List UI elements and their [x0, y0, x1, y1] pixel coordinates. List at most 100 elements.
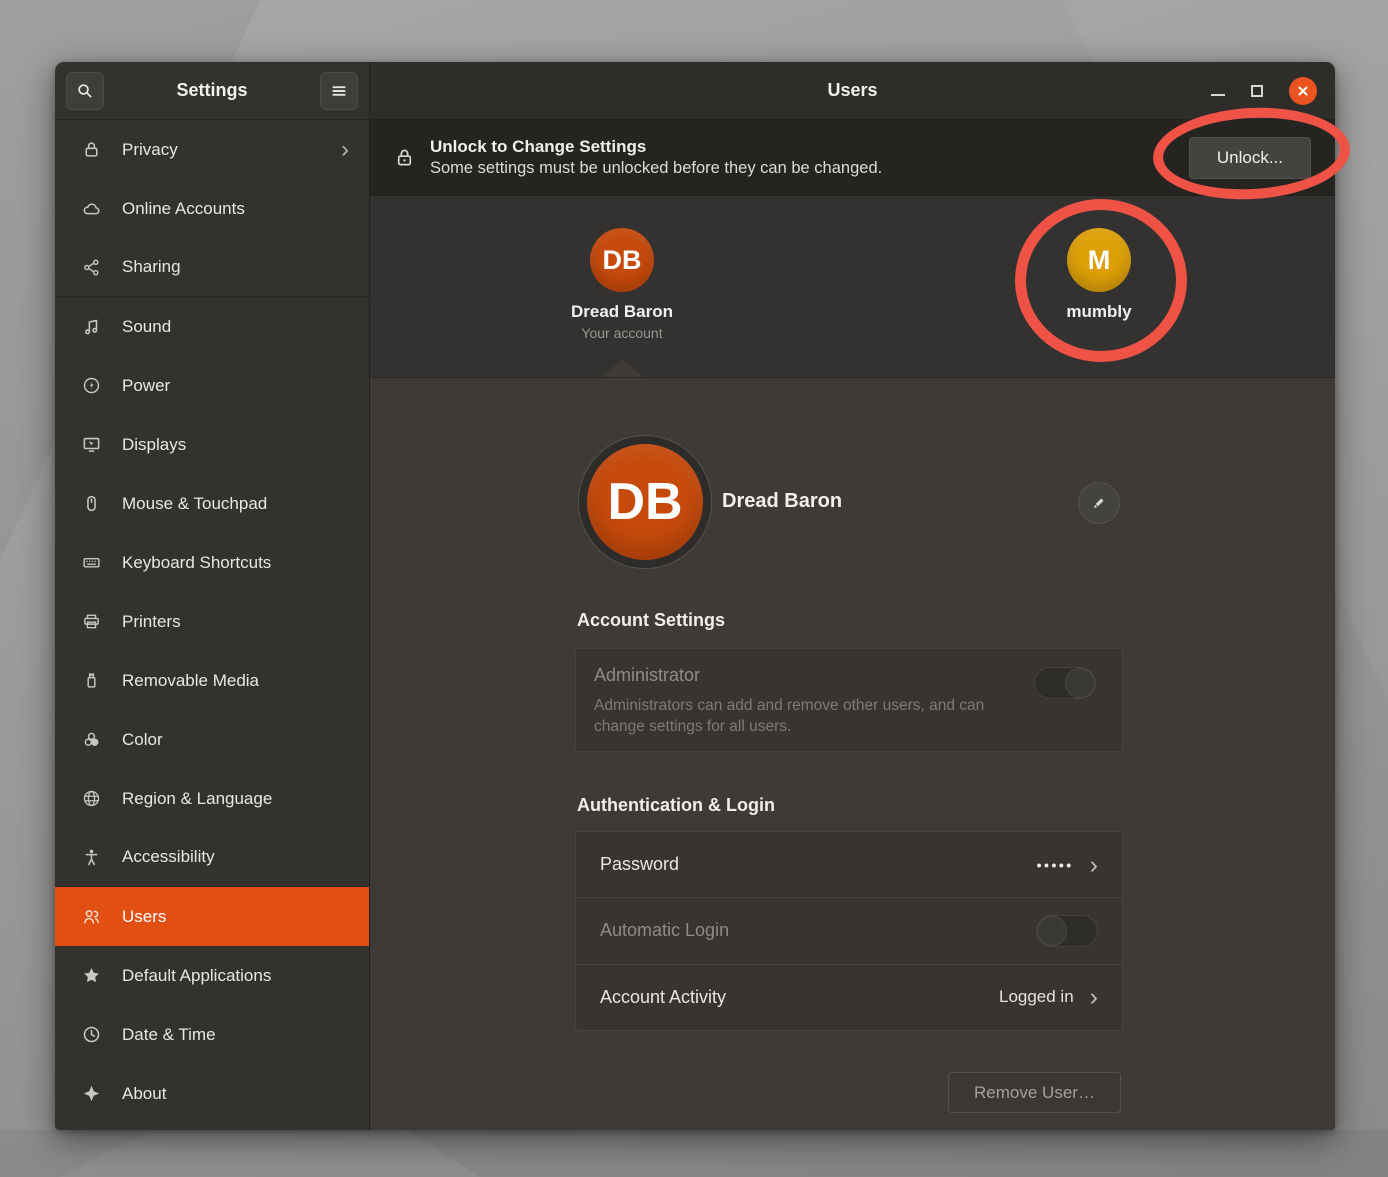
monitor-icon: [81, 435, 101, 454]
printer-icon: [81, 612, 101, 631]
color-circles-icon: [81, 730, 101, 749]
minimize-button[interactable]: [1211, 94, 1225, 96]
sidebar-item-keyboard-shortcuts[interactable]: Keyboard Shortcuts: [55, 533, 369, 592]
account-activity-row[interactable]: Account Activity Logged in ›: [576, 964, 1122, 1030]
activity-status: Logged in: [999, 987, 1074, 1007]
password-dots: •••••: [1037, 857, 1074, 873]
sidebar-item-label: Printers: [122, 612, 181, 632]
sidebar-item-about[interactable]: About: [55, 1064, 369, 1123]
sidebar-title: Settings: [104, 80, 320, 101]
maximize-button[interactable]: [1251, 85, 1263, 97]
lock-icon: [394, 147, 415, 168]
sidebar-item-label: Region & Language: [122, 789, 272, 809]
administrator-toggle[interactable]: [1034, 667, 1096, 699]
settings-window: Settings Privacy › Online Accounts Shari…: [55, 62, 1335, 1130]
sidebar-item-label: Online Accounts: [122, 199, 245, 219]
sidebar-item-accessibility[interactable]: Accessibility: [55, 828, 369, 887]
sidebar-item-online-accounts[interactable]: Online Accounts: [55, 179, 369, 238]
sidebar-item-label: Removable Media: [122, 671, 259, 691]
toggle-knob: [1065, 668, 1095, 698]
user-name: Dread Baron: [557, 302, 687, 322]
close-icon: [1297, 85, 1309, 97]
sidebar-item-label: About: [122, 1084, 166, 1104]
row-label: Automatic Login: [600, 920, 729, 941]
banner-subtitle: Some settings must be unlocked before th…: [430, 158, 882, 179]
unlock-banner: Unlock to Change Settings Some settings …: [370, 120, 1335, 196]
user-subtitle: Your account: [557, 325, 687, 341]
sidebar-item-displays[interactable]: Displays: [55, 415, 369, 474]
clock-icon: [81, 1025, 101, 1044]
chevron-right-icon: ›: [1090, 855, 1098, 875]
accessibility-icon: [81, 848, 101, 867]
automatic-login-toggle[interactable]: [1036, 915, 1098, 947]
banner-text: Unlock to Change Settings Some settings …: [430, 136, 882, 180]
sidebar-item-color[interactable]: Color: [55, 710, 369, 769]
hamburger-icon: [330, 82, 348, 100]
user-carousel: DB Dread Baron Your account M mumbly: [370, 196, 1335, 378]
mouse-icon: [81, 494, 101, 513]
desktop-facet: [0, 1130, 1388, 1177]
page-title: Users: [827, 80, 877, 101]
sidebar-item-label: Mouse & Touchpad: [122, 494, 267, 514]
avatar-ring: DB: [578, 435, 712, 569]
cloud-icon: [81, 199, 101, 218]
banner-title: Unlock to Change Settings: [430, 136, 882, 158]
sidebar-item-date-time[interactable]: Date & Time: [55, 1005, 369, 1064]
user-full-name: Dread Baron: [722, 490, 842, 513]
user-card-dread-baron[interactable]: DB Dread Baron Your account: [557, 228, 687, 341]
row-label: Password: [600, 854, 679, 875]
sidebar-item-removable-media[interactable]: Removable Media: [55, 651, 369, 710]
window-controls: [1211, 62, 1317, 120]
authentication-card: Password ••••• › Automatic Login Account…: [575, 831, 1123, 1031]
administrator-label: Administrator: [594, 665, 1098, 686]
sidebar: Settings Privacy › Online Accounts Shari…: [55, 62, 370, 1130]
authentication-heading: Authentication & Login: [577, 795, 775, 816]
lock-icon: [81, 140, 101, 159]
remove-user-button[interactable]: Remove User…: [948, 1072, 1121, 1113]
star-icon: [81, 966, 101, 985]
avatar[interactable]: DB: [587, 444, 703, 560]
sidebar-item-sound[interactable]: Sound: [55, 297, 369, 356]
sidebar-item-sharing[interactable]: Sharing: [55, 238, 369, 297]
flash-drive-icon: [81, 671, 101, 690]
row-label: Account Activity: [600, 987, 726, 1008]
sidebar-nav: Privacy › Online Accounts Sharing Sound …: [55, 120, 369, 1130]
sidebar-item-default-applications[interactable]: Default Applications: [55, 946, 369, 1005]
keyboard-icon: [81, 553, 101, 572]
sparkle-icon: [81, 1084, 101, 1103]
sidebar-item-label: Privacy: [122, 140, 178, 160]
user-card-mumbly[interactable]: M mumbly: [1034, 228, 1164, 322]
sidebar-item-label: Sound: [122, 317, 171, 337]
menu-button[interactable]: [320, 72, 358, 110]
user-name: mumbly: [1034, 302, 1164, 322]
sidebar-item-privacy[interactable]: Privacy ›: [55, 120, 369, 179]
account-settings-heading: Account Settings: [577, 610, 725, 631]
sidebar-item-mouse-touchpad[interactable]: Mouse & Touchpad: [55, 474, 369, 533]
sidebar-item-power[interactable]: Power: [55, 356, 369, 415]
chevron-right-icon: ›: [1090, 987, 1098, 1007]
close-button[interactable]: [1289, 77, 1317, 105]
sidebar-item-label: Accessibility: [122, 847, 215, 867]
automatic-login-row: Automatic Login: [576, 897, 1122, 963]
avatar: M: [1067, 228, 1131, 292]
unlock-button[interactable]: Unlock...: [1189, 137, 1311, 179]
users-icon: [81, 907, 101, 926]
avatar: DB: [590, 228, 654, 292]
sidebar-item-label: Keyboard Shortcuts: [122, 553, 271, 573]
password-row[interactable]: Password ••••• ›: [576, 832, 1122, 897]
sidebar-item-label: Displays: [122, 435, 186, 455]
power-bolt-icon: [81, 376, 101, 395]
toggle-knob: [1037, 916, 1067, 946]
sidebar-item-region-language[interactable]: Region & Language: [55, 769, 369, 828]
share-icon: [81, 258, 101, 277]
titlebar: Users: [370, 62, 1335, 120]
main-panel: Users Unlock to Change Settings Some set…: [370, 62, 1335, 1130]
sidebar-item-label: Date & Time: [122, 1025, 216, 1045]
selected-user-notch: [600, 360, 644, 377]
sidebar-item-label: Color: [122, 730, 163, 750]
sidebar-item-users[interactable]: Users: [55, 887, 369, 946]
edit-name-button[interactable]: [1078, 482, 1120, 524]
sidebar-item-label: Power: [122, 376, 170, 396]
search-button[interactable]: [66, 72, 104, 110]
sidebar-item-printers[interactable]: Printers: [55, 592, 369, 651]
